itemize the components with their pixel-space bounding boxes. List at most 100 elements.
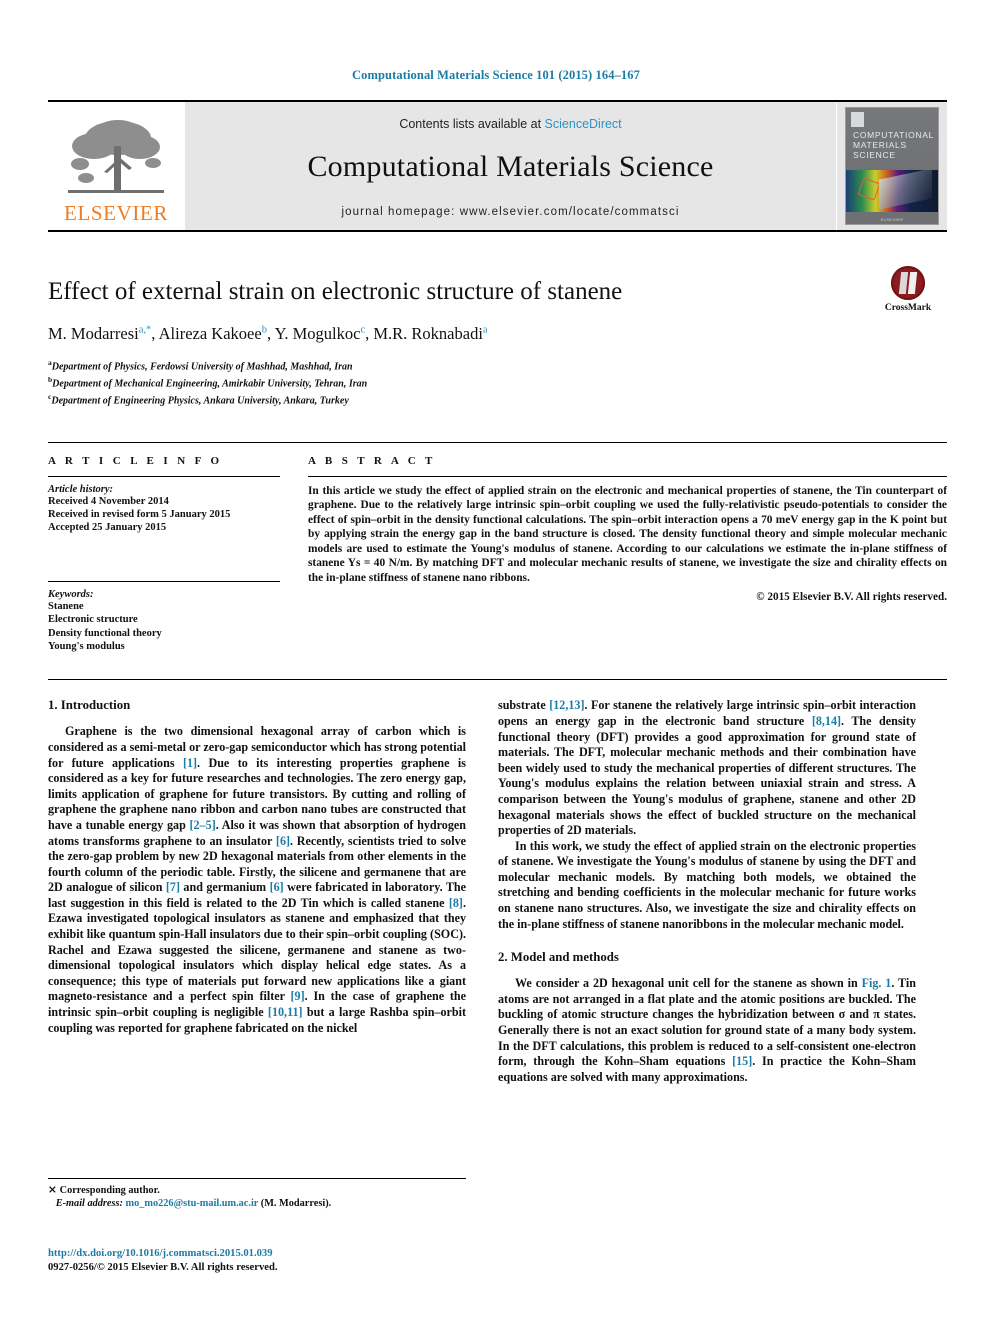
keywords-block: Keywords: Stanene Electronic structure D… xyxy=(48,580,280,654)
contents-prefix: Contents lists available at xyxy=(399,116,545,131)
divider xyxy=(48,580,280,582)
email-label: E-mail address: xyxy=(55,1198,123,1210)
keyword-item: Young's modulus xyxy=(48,640,125,652)
elsevier-logo: ELSEVIER xyxy=(48,102,184,230)
cover-elsevier-icon xyxy=(851,112,864,127)
citation-link[interactable]: [15] xyxy=(732,1054,752,1068)
body-area: 1. Introduction Graphene is the two dime… xyxy=(48,679,947,1085)
cover-title-line2: MATERIALS xyxy=(853,140,907,150)
history-item: Received in revised form 5 January 2015 xyxy=(48,508,231,520)
citation-link[interactable]: [8,14] xyxy=(812,714,841,728)
cover-title-text: COMPUTATIONAL MATERIALS SCIENCE xyxy=(853,130,933,160)
crossmark-badge[interactable]: CrossMark xyxy=(872,266,944,313)
masthead-center: Contents lists available at ScienceDirec… xyxy=(184,102,837,230)
corresponding-mark: ⨯ xyxy=(48,1185,57,1196)
divider xyxy=(48,475,280,477)
sciencedirect-link[interactable]: ScienceDirect xyxy=(545,117,622,131)
author-name: M. Modarresi xyxy=(48,323,139,343)
article-history-label: Article history: xyxy=(48,483,114,495)
cover-hexagon-icon xyxy=(857,177,881,201)
text-run: substrate xyxy=(498,698,550,713)
affiliation-text: Department of Engineering Physics, Ankar… xyxy=(51,394,349,406)
affiliation-list: aDepartment of Physics, Ferdowsi Univers… xyxy=(48,357,944,408)
abstract-copyright: © 2015 Elsevier B.V. All rights reserved… xyxy=(756,590,947,603)
abstract-text: In this article we study the effect of a… xyxy=(308,484,947,585)
author-name: Alireza Kakoee xyxy=(158,323,262,343)
journal-title: Computational Materials Science xyxy=(307,149,714,183)
citation-link[interactable]: [2–5] xyxy=(190,818,216,832)
author-list: M. Modarresia,*, Alireza Kakoeeb, Y. Mog… xyxy=(48,323,488,343)
citation-link[interactable]: [8] xyxy=(449,896,463,910)
abstract-heading: A B S T R A C T xyxy=(308,454,436,467)
journal-cover-thumbnail[interactable]: COMPUTATIONAL MATERIALS SCIENCE ELSEVIER xyxy=(837,102,947,230)
citation-link[interactable]: [7] xyxy=(166,880,180,894)
keyword-item: Electronic structure xyxy=(48,614,138,626)
text-run: . The density functional theory (DFT) pr… xyxy=(498,713,916,838)
abstract-column: A B S T R A C T In this article we study… xyxy=(308,455,947,654)
paragraph-right-2: In this work, we study the effect of app… xyxy=(498,838,916,931)
issn-copyright: 0927-0256/© 2015 Elsevier B.V. All right… xyxy=(48,1261,278,1273)
article-info-column: A R T I C L E I N F O Article history: R… xyxy=(48,455,280,654)
running-head: Computational Materials Science 101 (201… xyxy=(352,68,640,82)
section-heading-model-and-methods: 2. Model and methods xyxy=(498,950,619,965)
citation-link[interactable]: [6] xyxy=(276,834,290,848)
figure-reference-link[interactable]: Fig. 1 xyxy=(862,976,892,990)
citation-link[interactable]: [12,13] xyxy=(549,698,584,712)
contents-available-line: Contents lists available at ScienceDirec… xyxy=(399,117,621,131)
paragraph-intro: Graphene is the two dimensional hexagona… xyxy=(48,724,466,1036)
cover-title-line1: COMPUTATIONAL xyxy=(853,130,935,140)
author-name: M.R. Roknabadi xyxy=(373,323,483,343)
email-note: E-mail address: mo_mo226@stu-mail.um.ac.… xyxy=(48,1197,466,1210)
citation-link[interactable]: [10,11] xyxy=(268,1005,303,1019)
cover-artwork xyxy=(846,170,938,212)
paragraph-model-1: We consider a 2D hexagonal unit cell for… xyxy=(498,976,916,1085)
doi-block: http://dx.doi.org/10.1016/j.commatsci.20… xyxy=(48,1247,478,1274)
author-mark: a xyxy=(482,324,488,336)
elsevier-tree-icon xyxy=(68,120,164,193)
affiliation-text: Department of Mechanical Engineering, Am… xyxy=(52,378,368,389)
affiliation-item: bDepartment of Mechanical Engineering, A… xyxy=(48,374,944,391)
history-item: Received 4 November 2014 xyxy=(48,495,169,507)
keywords-label: Keywords: xyxy=(48,588,94,600)
doi-link[interactable]: http://dx.doi.org/10.1016/j.commatsci.20… xyxy=(48,1247,478,1261)
journal-masthead: ELSEVIER Contents lists available at Sci… xyxy=(48,100,947,232)
keyword-item: Density functional theory xyxy=(48,627,162,639)
corresponding-author-note: ⨯ Corresponding author. xyxy=(48,1184,466,1197)
keyword-item: Stanene xyxy=(48,600,84,612)
paragraph-right-1: substrate [12,13]. For stanene the relat… xyxy=(498,698,916,838)
corresponding-text: Corresponding author. xyxy=(59,1185,160,1196)
author-mark: b xyxy=(261,324,267,336)
email-suffix: (M. Modarresi). xyxy=(260,1198,332,1210)
body-column-right: substrate [12,13]. For stanene the relat… xyxy=(498,698,916,1085)
info-abstract-area: A R T I C L E I N F O Article history: R… xyxy=(48,441,947,654)
citation-link[interactable]: [6] xyxy=(270,880,284,894)
citation-link[interactable]: [1] xyxy=(183,756,197,770)
citation-link[interactable]: [9] xyxy=(291,989,305,1003)
text-run: . Ezawa investigated topological insulat… xyxy=(48,895,466,1004)
author-mark: c xyxy=(360,324,366,336)
article-page: Computational Materials Science 101 (201… xyxy=(0,0,992,1323)
divider xyxy=(308,475,947,477)
crossmark-label: CrossMark xyxy=(884,303,932,313)
author-mark: a,* xyxy=(138,324,152,336)
journal-homepage[interactable]: journal homepage: www.elsevier.com/locat… xyxy=(342,206,680,218)
cover-footer-text: ELSEVIER xyxy=(880,217,904,222)
author-name: Y. Mogulkoc xyxy=(274,323,361,343)
elsevier-wordmark: ELSEVIER xyxy=(64,201,168,225)
text-run: We consider a 2D hexagonal unit cell for… xyxy=(515,976,862,991)
history-item: Accepted 25 January 2015 xyxy=(48,522,167,534)
section-heading-introduction: 1. Introduction xyxy=(48,698,131,713)
title-block: CrossMark Effect of external strain on e… xyxy=(48,266,944,408)
body-column-left: 1. Introduction Graphene is the two dime… xyxy=(48,698,466,1085)
article-info-heading: A R T I C L E I N F O xyxy=(48,454,223,467)
affiliation-item: cDepartment of Engineering Physics, Anka… xyxy=(48,391,944,408)
email-link[interactable]: mo_mo226@stu-mail.um.ac.ir xyxy=(126,1198,259,1209)
cover-image: COMPUTATIONAL MATERIALS SCIENCE ELSEVIER xyxy=(845,107,939,225)
crossmark-icon xyxy=(891,266,925,300)
footnote-block: ⨯ Corresponding author. E-mail address: m… xyxy=(48,1178,466,1210)
page-title: Effect of external strain on electronic … xyxy=(48,278,623,305)
cover-title-line3: SCIENCE xyxy=(853,150,896,160)
affiliation-item: aDepartment of Physics, Ferdowsi Univers… xyxy=(48,357,944,374)
affiliation-text: Department of Physics, Ferdowsi Universi… xyxy=(51,361,353,373)
text-run: and germanium xyxy=(179,880,270,895)
